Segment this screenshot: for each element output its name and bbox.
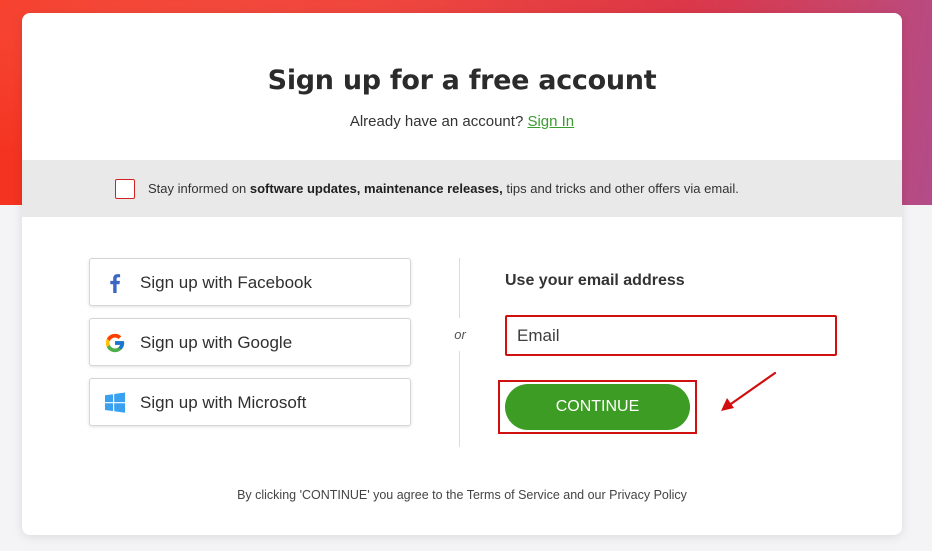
divider-line-bottom (459, 351, 460, 447)
signin-prompt: Already have an account? Sign In (22, 113, 902, 130)
consent-label: Stay informed on software updates, maint… (148, 181, 739, 196)
email-input[interactable] (505, 315, 837, 356)
facebook-signup-label: Sign up with Facebook (140, 273, 312, 292)
divider-line-top (459, 258, 460, 318)
page-title: Sign up for a free account (267, 65, 657, 96)
windows-icon (104, 392, 126, 414)
signup-card: Sign up for a free account Already have … (22, 13, 902, 535)
microsoft-signup-button[interactable]: Sign up with Microsoft (89, 378, 411, 426)
google-signup-button[interactable]: Sign up with Google (89, 318, 411, 366)
page: Sign up for a free account Already have … (0, 0, 932, 551)
newsletter-checkbox[interactable] (115, 179, 135, 199)
google-icon (104, 332, 126, 354)
consent-text-prefix: Stay informed on (148, 181, 250, 196)
facebook-icon (104, 272, 126, 294)
terms-notice: By clicking 'CONTINUE' you agree to the … (237, 488, 687, 502)
email-section-heading: Use your email address (505, 272, 685, 289)
microsoft-signup-label: Sign up with Microsoft (140, 393, 307, 412)
consent-text-bold: software updates, maintenance releases, (249, 181, 503, 196)
annotation-arrow-icon (721, 371, 777, 411)
facebook-signup-button[interactable]: Sign up with Facebook (89, 258, 411, 306)
or-separator: or (454, 327, 466, 342)
signin-prompt-text: Already have an account? (349, 113, 528, 130)
signin-link[interactable]: Sign In (527, 113, 574, 130)
consent-text-suffix: tips and tricks and other offers via ema… (502, 181, 739, 196)
google-signup-label: Sign up with Google (140, 333, 293, 352)
continue-button[interactable]: CONTINUE (505, 384, 690, 430)
